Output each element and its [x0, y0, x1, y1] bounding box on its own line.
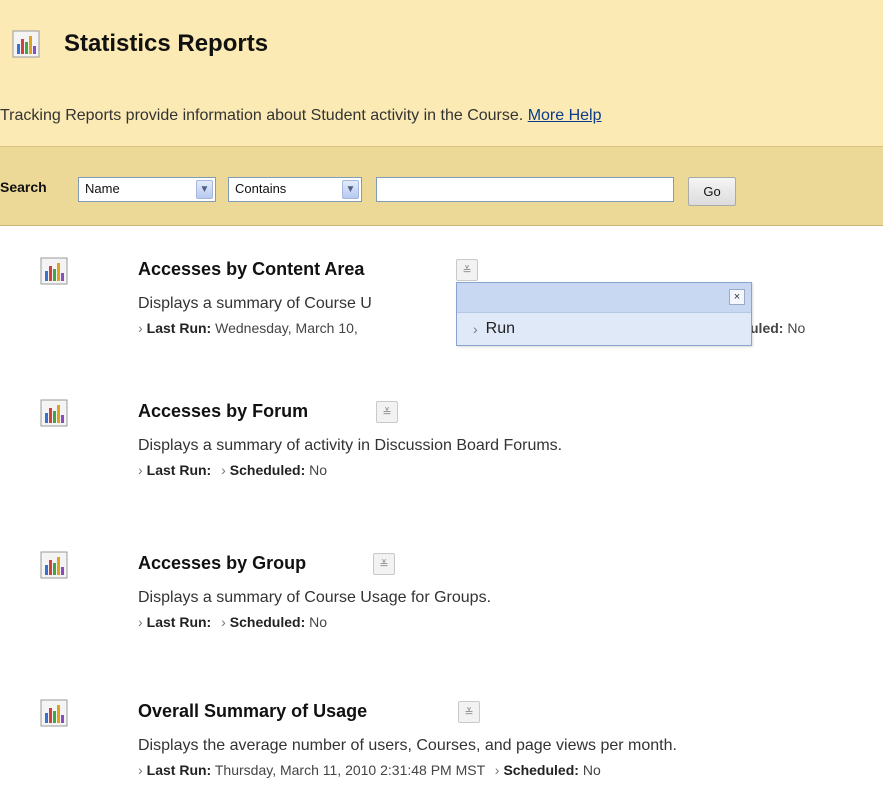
- chevron-down-icon[interactable]: ▼: [342, 180, 359, 199]
- report-meta: › Last Run: Wednesday, March 10,: [138, 320, 358, 336]
- bullet-icon: ›: [138, 614, 143, 630]
- options-menu-icon[interactable]: ≚: [456, 259, 478, 281]
- scheduled-label: uled:: [750, 320, 784, 336]
- bullet-icon: ›: [138, 320, 143, 336]
- page-title: Statistics Reports: [64, 30, 269, 57]
- options-menu-icon[interactable]: ≚: [373, 553, 395, 575]
- options-popup-menu: × › Run: [456, 282, 752, 346]
- scheduled-label: Scheduled:: [229, 614, 306, 630]
- report-chart-icon: [40, 399, 68, 427]
- last-run-value: Wednesday, March 10,: [215, 320, 358, 336]
- bullet-icon: ›: [138, 462, 143, 478]
- bullet-icon: ›: [221, 614, 226, 630]
- last-run-label: Last Run:: [146, 320, 212, 336]
- report-title[interactable]: Accesses by Content Area: [138, 259, 364, 280]
- report-chart-icon: [40, 551, 68, 579]
- more-help-link[interactable]: More Help: [528, 107, 602, 124]
- bullet-icon: ›: [473, 321, 478, 337]
- options-menu-icon[interactable]: ≚: [458, 701, 480, 723]
- scheduled-label: Scheduled:: [229, 462, 306, 478]
- bullet-icon: ›: [221, 462, 226, 478]
- last-run-label: Last Run:: [146, 462, 212, 478]
- popup-header: ×: [457, 283, 751, 313]
- report-meta: › Last Run: › Scheduled: No: [138, 462, 327, 478]
- report-chart-icon: [40, 257, 68, 285]
- scheduled-value: No: [787, 320, 806, 336]
- close-icon[interactable]: ×: [729, 289, 745, 305]
- report-description: Displays a summary of activity in Discus…: [138, 437, 563, 454]
- search-field-select[interactable]: Name ▼: [78, 177, 216, 202]
- chevron-down-icon[interactable]: ▼: [196, 180, 213, 199]
- options-menu-icon[interactable]: ≚: [376, 401, 398, 423]
- scheduled-value: No: [309, 462, 328, 478]
- last-run-label: Last Run:: [146, 614, 212, 630]
- menu-item-run-label: Run: [485, 320, 516, 337]
- last-run-label: Last Run:: [146, 762, 212, 778]
- search-operator-select[interactable]: Contains ▼: [228, 177, 362, 202]
- report-description: Displays a summary of Course Usage for G…: [138, 589, 492, 606]
- search-label: Search: [0, 179, 47, 195]
- search-field-value: Name: [85, 181, 120, 196]
- report-title[interactable]: Overall Summary of Usage: [138, 701, 367, 722]
- report-title[interactable]: Accesses by Group: [138, 553, 306, 574]
- menu-item-run[interactable]: › Run: [457, 313, 751, 345]
- report-chart-icon: [40, 699, 68, 727]
- last-run-value: Thursday, March 11, 2010 2:31:48 PM MST: [214, 762, 485, 778]
- go-button[interactable]: Go: [688, 177, 736, 206]
- scheduled-meta: uled: No: [750, 320, 805, 336]
- bullet-icon: ›: [494, 762, 500, 778]
- bullet-icon: ›: [138, 762, 143, 778]
- report-meta: › Last Run: Thursday, March 11, 2010 2:31…: [138, 762, 601, 778]
- report-meta: › Last Run: › Scheduled: No: [138, 614, 327, 630]
- report-title[interactable]: Accesses by Forum: [138, 401, 308, 422]
- title-row: Statistics Reports: [12, 30, 268, 58]
- page-header: Statistics Reports Tracking Reports prov…: [0, 0, 883, 146]
- search-bar: Search Name ▼ Contains ▼ Go: [0, 146, 883, 226]
- report-chart-icon: [12, 30, 40, 58]
- report-description: Displays the average number of users, Co…: [138, 737, 677, 754]
- search-operator-value: Contains: [235, 181, 287, 196]
- description-text: Tracking Reports provide information abo…: [0, 107, 524, 124]
- page-description: Tracking Reports provide information abo…: [0, 107, 602, 125]
- scheduled-label: Scheduled:: [503, 762, 579, 778]
- report-description: Displays a summary of Course U: [138, 295, 372, 312]
- scheduled-value: No: [582, 762, 601, 778]
- search-input[interactable]: [376, 177, 674, 202]
- scheduled-value: No: [309, 614, 328, 630]
